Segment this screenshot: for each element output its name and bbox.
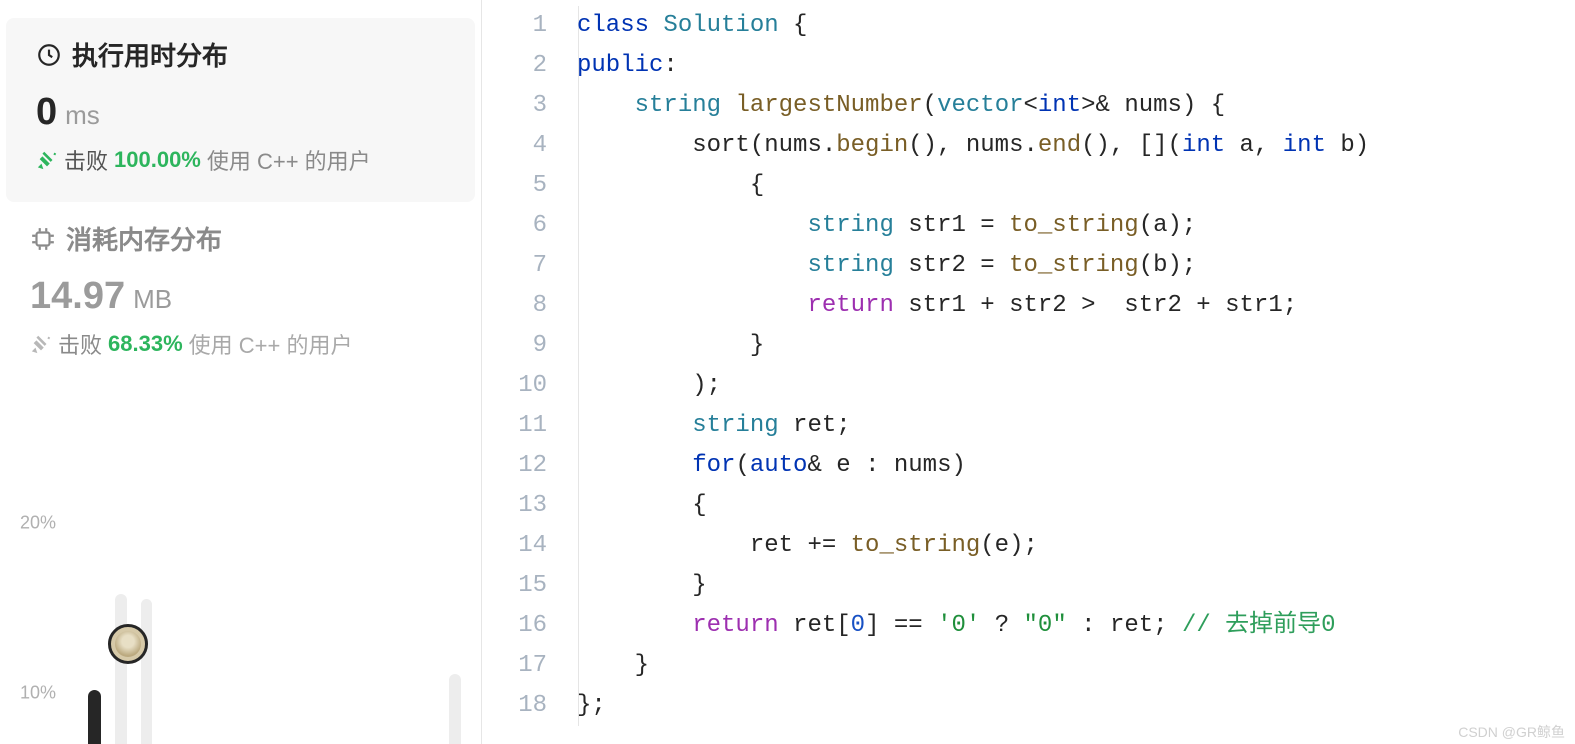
code-line[interactable]: };: [577, 686, 1575, 726]
code-line[interactable]: return str1 + str2 > str2 + str1;: [577, 286, 1575, 326]
chart-bar[interactable]: [88, 690, 101, 744]
line-number: 7: [482, 246, 547, 286]
memory-card[interactable]: 消耗内存分布 14.97 MB 击败 68.33% 使用 C++ 的用户: [0, 202, 481, 386]
line-number: 16: [482, 606, 547, 646]
code-line[interactable]: ret += to_string(e);: [577, 526, 1575, 566]
chip-icon: [30, 226, 56, 252]
app-layout: 执行用时分布 0 ms 击败 100.00% 使用 C++ 的用户 消耗内存分布…: [0, 0, 1575, 744]
code-panel: 123456789101112131415161718 class Soluti…: [482, 0, 1575, 744]
stats-panel: 执行用时分布 0 ms 击败 100.00% 使用 C++ 的用户 消耗内存分布…: [0, 0, 482, 744]
memory-unit: MB: [133, 284, 172, 315]
memory-beat-rest: 使用 C++ 的用户: [189, 328, 353, 360]
code-line[interactable]: string str2 = to_string(b);: [577, 246, 1575, 286]
line-number: 13: [482, 486, 547, 526]
runtime-beat-rest: 使用 C++ 的用户: [207, 144, 371, 176]
code-editor[interactable]: 123456789101112131415161718 class Soluti…: [482, 0, 1575, 726]
memory-beat-row: 击败 68.33% 使用 C++ 的用户: [30, 328, 455, 360]
chart-bar[interactable]: [141, 599, 153, 744]
code-line[interactable]: string ret;: [577, 406, 1575, 446]
code-line[interactable]: }: [577, 646, 1575, 686]
code-line[interactable]: {: [577, 166, 1575, 206]
code-line[interactable]: );: [577, 366, 1575, 406]
clock-icon: [36, 42, 62, 68]
line-number: 12: [482, 446, 547, 486]
code-line[interactable]: sort(nums.begin(), nums.end(), [](int a,…: [577, 126, 1575, 166]
memory-beat-label: 击败: [58, 328, 102, 360]
chart-ytick: 10%: [20, 683, 56, 704]
runtime-title: 执行用时分布: [72, 36, 228, 73]
line-number: 8: [482, 286, 547, 326]
line-number: 2: [482, 46, 547, 86]
line-number: 1: [482, 6, 547, 46]
user-avatar-marker[interactable]: [108, 624, 148, 664]
runtime-title-row: 执行用时分布: [36, 36, 449, 73]
code-line[interactable]: string str1 = to_string(a);: [577, 206, 1575, 246]
line-number: 5: [482, 166, 547, 206]
clap-icon: [30, 333, 52, 355]
line-number: 4: [482, 126, 547, 166]
chart-bar[interactable]: [449, 674, 461, 744]
line-number: 18: [482, 686, 547, 726]
runtime-beat-pct: 100.00%: [114, 147, 201, 173]
memory-beat-pct: 68.33%: [108, 331, 183, 357]
code-line[interactable]: }: [577, 326, 1575, 366]
line-number-gutter: 123456789101112131415161718: [482, 6, 577, 726]
code-line[interactable]: return ret[0] == '0' ? "0" : ret; // 去掉前…: [577, 606, 1575, 646]
line-number: 11: [482, 406, 547, 446]
code-line[interactable]: public:: [577, 46, 1575, 86]
line-number: 3: [482, 86, 547, 126]
line-number: 9: [482, 326, 547, 366]
runtime-beat-row: 击败 100.00% 使用 C++ 的用户: [36, 144, 449, 176]
line-number: 10: [482, 366, 547, 406]
chart-bar[interactable]: [115, 594, 127, 744]
memory-value-row: 14.97 MB: [30, 275, 455, 318]
chart-ytick: 20%: [20, 513, 56, 534]
memory-title-row: 消耗内存分布: [30, 220, 455, 257]
runtime-value-row: 0 ms: [36, 91, 449, 134]
runtime-unit: ms: [65, 100, 100, 131]
runtime-card[interactable]: 执行用时分布 0 ms 击败 100.00% 使用 C++ 的用户: [6, 18, 475, 202]
code-line[interactable]: string largestNumber(vector<int>& nums) …: [577, 86, 1575, 126]
line-number: 15: [482, 566, 547, 606]
clap-icon: [36, 149, 58, 171]
line-number: 17: [482, 646, 547, 686]
watermark-text: CSDN @GR鲸鱼: [1458, 722, 1565, 742]
runtime-beat-label: 击败: [64, 144, 108, 176]
runtime-distribution-chart: 20% 10%: [20, 514, 461, 744]
line-number: 6: [482, 206, 547, 246]
memory-value: 14.97: [30, 275, 125, 318]
code-line[interactable]: class Solution {: [577, 6, 1575, 46]
code-column[interactable]: class Solution {public: string largestNu…: [577, 6, 1575, 726]
runtime-value: 0: [36, 91, 57, 134]
code-line[interactable]: {: [577, 486, 1575, 526]
line-number: 14: [482, 526, 547, 566]
code-line[interactable]: }: [577, 566, 1575, 606]
memory-title: 消耗内存分布: [66, 220, 222, 257]
code-line[interactable]: for(auto& e : nums): [577, 446, 1575, 486]
